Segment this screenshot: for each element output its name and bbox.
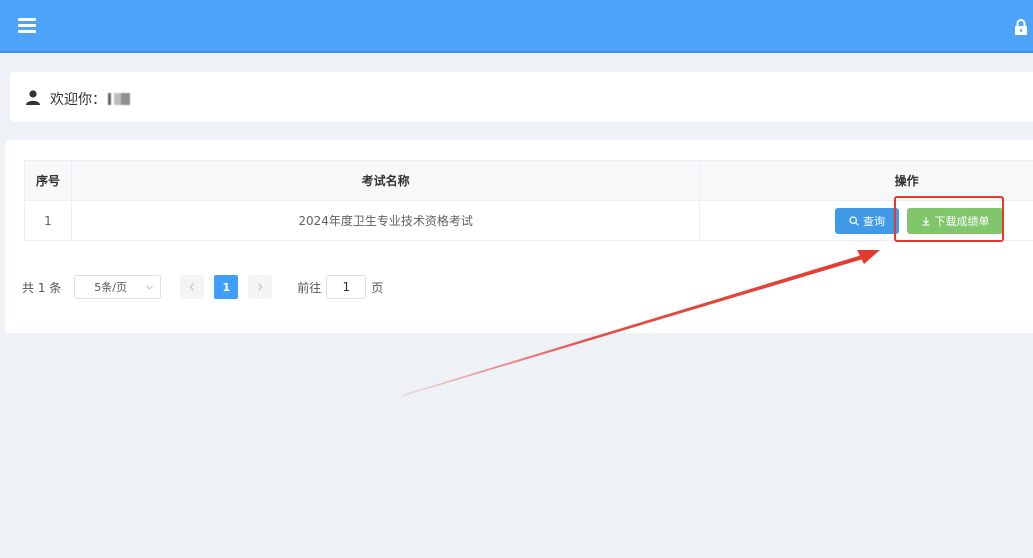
annotation-arrow	[402, 250, 880, 396]
